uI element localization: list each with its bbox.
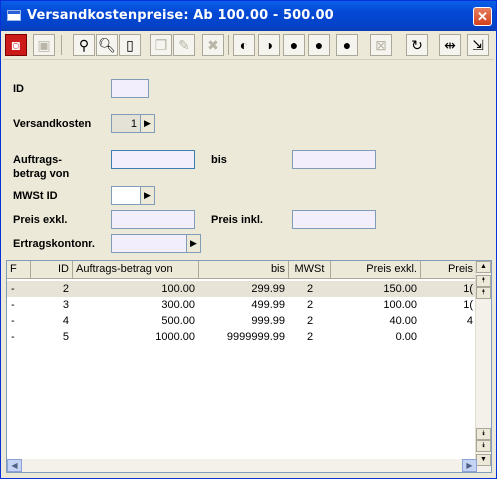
preis-exkl-field[interactable] [111,210,195,229]
versandkosten-dropdown-button[interactable]: ▶ [140,114,155,133]
toolbar: ◙ ▣ ⚲ 🔍︎ ▯ ❐ ✎ ✖ ◐ ◑ ● ● ● ⊠ ↻ ⇹ ⇲ [3,31,494,60]
scroll-page-down-icon[interactable]: ⯯ [476,440,491,452]
table-row[interactable]: - 2 100.00 299.99 2 150.00 1( [7,281,477,297]
cell-preis-exkl: 100.00 [383,299,417,311]
record-next-icon[interactable]: ● [283,34,305,56]
delete-icon[interactable]: ✖ [202,34,224,56]
preis-exkl-label: Preis exkl. [13,214,68,226]
window: Versandkostenpreise: Ab 100.00 - 500.00 … [0,0,497,479]
cell-preis-exkl: 40.00 [389,315,417,327]
record-last-icon[interactable]: ● [308,34,330,56]
close-button[interactable]: ✕ [473,7,492,26]
cell-mwst: 2 [306,315,314,327]
grid-header: F ID Auftrags-betrag von bis MWSt Preis … [7,261,477,279]
ertragskontonr-label: Ertragskontonr. [13,238,95,250]
scroll-left-arrow-icon[interactable]: ◀ [7,459,22,472]
cell-bis: 499.99 [251,299,285,311]
find-icon[interactable]: ⚲ [73,34,95,56]
id-field[interactable] [111,79,149,98]
window-title: Versandkostenpreise: Ab 100.00 - 500.00 [27,8,334,23]
scroll-top-icon[interactable]: ⯭ [476,287,491,299]
record-first-icon[interactable]: ◐ [233,34,255,56]
cell-preis [421,329,477,345]
mwst-id-label: MWSt ID [13,190,58,202]
mwst-id-combo[interactable] [111,186,141,205]
bis-field[interactable] [292,150,376,169]
versandkosten-label: Versandkosten [13,118,92,130]
column-header-bis[interactable]: bis [199,261,289,278]
split-icon[interactable]: ⇹ [439,34,461,56]
ertragskontonr-combo[interactable] [111,234,187,253]
table-row[interactable]: - 3 300.00 499.99 2 100.00 1( [7,297,477,313]
cell-preis-exkl: 0.00 [395,331,417,343]
cell-preis-exkl: 150.00 [383,283,417,295]
cell-von: 100.00 [161,283,195,295]
scroll-page-up-icon[interactable]: ⯭ [476,275,491,287]
export-icon[interactable]: ⇲ [467,34,489,56]
toolbar-separator [61,35,62,55]
scroll-down-arrow-icon[interactable]: ▼ [476,454,491,466]
cell-mwst: 2 [306,299,314,311]
auftrags-label-line1: Auftrags- [13,154,62,166]
binoculars-icon[interactable]: ◙ [5,34,27,56]
data-grid: F ID Auftrags-betrag von bis MWSt Preis … [6,260,492,473]
title-bar: Versandkostenpreise: Ab 100.00 - 500.00 … [1,1,496,31]
column-header-auftrags-betrag-von[interactable]: Auftrags-betrag von [73,261,199,278]
preis-inkl-label: Preis inkl. [211,214,263,226]
cell-preis: 1( [463,283,473,295]
mwst-id-dropdown-button[interactable]: ▶ [140,186,155,205]
cell-mwst: 2 [306,331,314,343]
versandkosten-value: 1 [130,118,137,130]
cell-bis: 999.99 [251,315,285,327]
column-header-f[interactable]: F [7,261,31,278]
cell-von: 300.00 [161,299,195,311]
copy-icon[interactable]: ❐ [150,34,172,56]
id-label: ID [13,83,24,95]
cell-bis: 9999999.99 [226,331,285,343]
cell-preis: 4 [466,315,473,327]
cell-f: - [11,331,15,343]
scroll-bottom-icon[interactable]: ⯯ [476,428,491,440]
column-header-preis-exkl[interactable]: Preis exkl. [331,261,421,278]
cell-f: - [11,283,15,295]
cell-id: 2 [62,283,69,295]
scroll-right-arrow-icon[interactable]: ▶ [462,459,477,472]
new-document-icon[interactable]: ▯ [119,34,141,56]
ertragskontonr-dropdown-button[interactable]: ▶ [186,234,201,253]
record-prev-icon[interactable]: ◑ [258,34,280,56]
detail-form: ID Versandkosten 1 ▶ Auftrags- betrag vo… [3,61,494,257]
cell-f: - [11,299,15,311]
versandkosten-combo[interactable]: 1 [111,114,141,133]
cell-id: 4 [62,315,69,327]
window-icon [7,10,21,21]
column-header-preis[interactable]: Preis [421,261,477,278]
edit-icon[interactable]: ✎ [173,34,195,56]
column-header-id[interactable]: ID [31,261,73,278]
table-row[interactable]: - 4 500.00 999.99 2 40.00 4 [7,313,477,329]
save-icon[interactable]: ▣ [33,34,55,56]
bis-label: bis [211,154,227,166]
horizontal-scrollbar[interactable]: ◀ ▶ [7,459,477,472]
scroll-up-arrow-icon[interactable]: ▲ [476,261,491,273]
cell-mwst: 2 [306,283,314,295]
table-row[interactable]: - 5 1000.00 9999999.99 2 0.00 [7,329,477,345]
cell-bis: 299.99 [251,283,285,295]
column-header-mwst[interactable]: MWSt [289,261,331,278]
auftrags-betrag-von-field[interactable] [111,150,195,169]
search-icon[interactable]: 🔍︎ [96,34,118,56]
cell-von: 500.00 [161,315,195,327]
refresh-icon[interactable]: ↻ [406,34,428,56]
vertical-scrollbar[interactable]: ▲ ⯭ ⯭ ⯯ ⯯ ▼ [475,261,491,472]
preis-inkl-field[interactable] [292,210,376,229]
cell-id: 5 [62,331,69,343]
cell-von: 1000.00 [155,331,195,343]
cell-id: 3 [62,299,69,311]
cell-f: - [11,315,15,327]
toolbar-separator [228,35,229,55]
auftrags-label-line2: betrag von [13,168,70,180]
cell-preis: 1( [463,299,473,311]
cancel-icon[interactable]: ⊠ [370,34,392,56]
record-add-icon[interactable]: ● [336,34,358,56]
